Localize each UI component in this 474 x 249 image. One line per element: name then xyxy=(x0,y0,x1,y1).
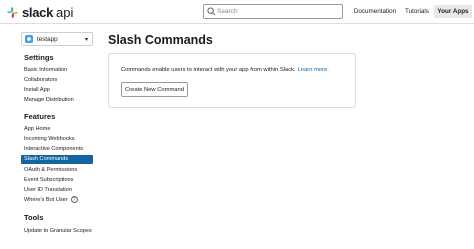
sidebar-item-app-home[interactable]: App Home xyxy=(21,125,93,134)
top-navigation-bar: slack api Documentation Tutorials Your A… xyxy=(0,0,474,24)
logo-suffix: api xyxy=(56,4,74,20)
sidebar-section-features: Features xyxy=(24,112,56,121)
sidebar-item-install-app[interactable]: Install App xyxy=(21,86,93,95)
slash-commands-card: Commands enable users to interact with y… xyxy=(108,53,356,108)
sidebar-section-tools: Tools xyxy=(24,213,44,222)
nav-documentation-link[interactable]: Documentation xyxy=(350,5,400,18)
sidebar-item-collaborators[interactable]: Collaborators xyxy=(21,76,93,85)
slack-api-logo[interactable]: slack api xyxy=(6,4,73,20)
sidebar-item-interactive-components[interactable]: Interactive Components xyxy=(21,145,93,154)
sidebar-item-incoming-webhooks[interactable]: Incoming Webhooks xyxy=(21,135,93,144)
search-input[interactable] xyxy=(217,6,339,17)
logo-word: slack xyxy=(22,4,54,20)
help-circle-icon[interactable]: ? xyxy=(70,196,78,204)
sidebar-item-basic-information[interactable]: Basic Information xyxy=(21,66,93,75)
sidebar-item-oauth-permissions[interactable]: OAuth & Permissions xyxy=(21,166,93,175)
app-icon xyxy=(25,35,33,43)
sidebar-item-manage-distribution[interactable]: Manage Distribution xyxy=(21,96,93,105)
sidebar-item-label: Where's Bot User xyxy=(24,197,68,203)
page-title: Slash Commands xyxy=(108,33,213,47)
sidebar-item-slash-commands[interactable]: Slash Commands xyxy=(21,155,93,164)
create-new-command-button[interactable]: Create New Command xyxy=(121,82,188,97)
sidebar-item-wheres-bot-user[interactable]: Where's Bot User? xyxy=(21,196,93,205)
description-text: Commands enable users to interact with y… xyxy=(121,67,296,73)
sidebar-item-user-id-translation[interactable]: User ID Translation xyxy=(21,186,93,195)
app-name-label: testapp xyxy=(37,35,58,43)
nav-tutorials-link[interactable]: Tutorials xyxy=(402,5,432,18)
nav-your-apps-button[interactable]: Your Apps xyxy=(434,5,472,18)
chevron-down-icon: ▾ xyxy=(84,36,88,43)
sidebar-item-event-subscriptions[interactable]: Event Subscriptions xyxy=(21,176,93,185)
sidebar-item-update-granular-scopes[interactable]: Update to Granular Scopes xyxy=(21,227,93,236)
slack-logo-icon xyxy=(7,6,18,18)
search-icon xyxy=(207,7,216,16)
card-description: Commands enable users to interact with y… xyxy=(121,67,329,73)
learn-more-link[interactable]: Learn more. xyxy=(298,67,329,73)
search-box[interactable] xyxy=(203,4,343,19)
app-selector-dropdown[interactable]: testapp ▾ xyxy=(21,32,93,46)
sidebar-section-settings: Settings xyxy=(24,53,54,62)
